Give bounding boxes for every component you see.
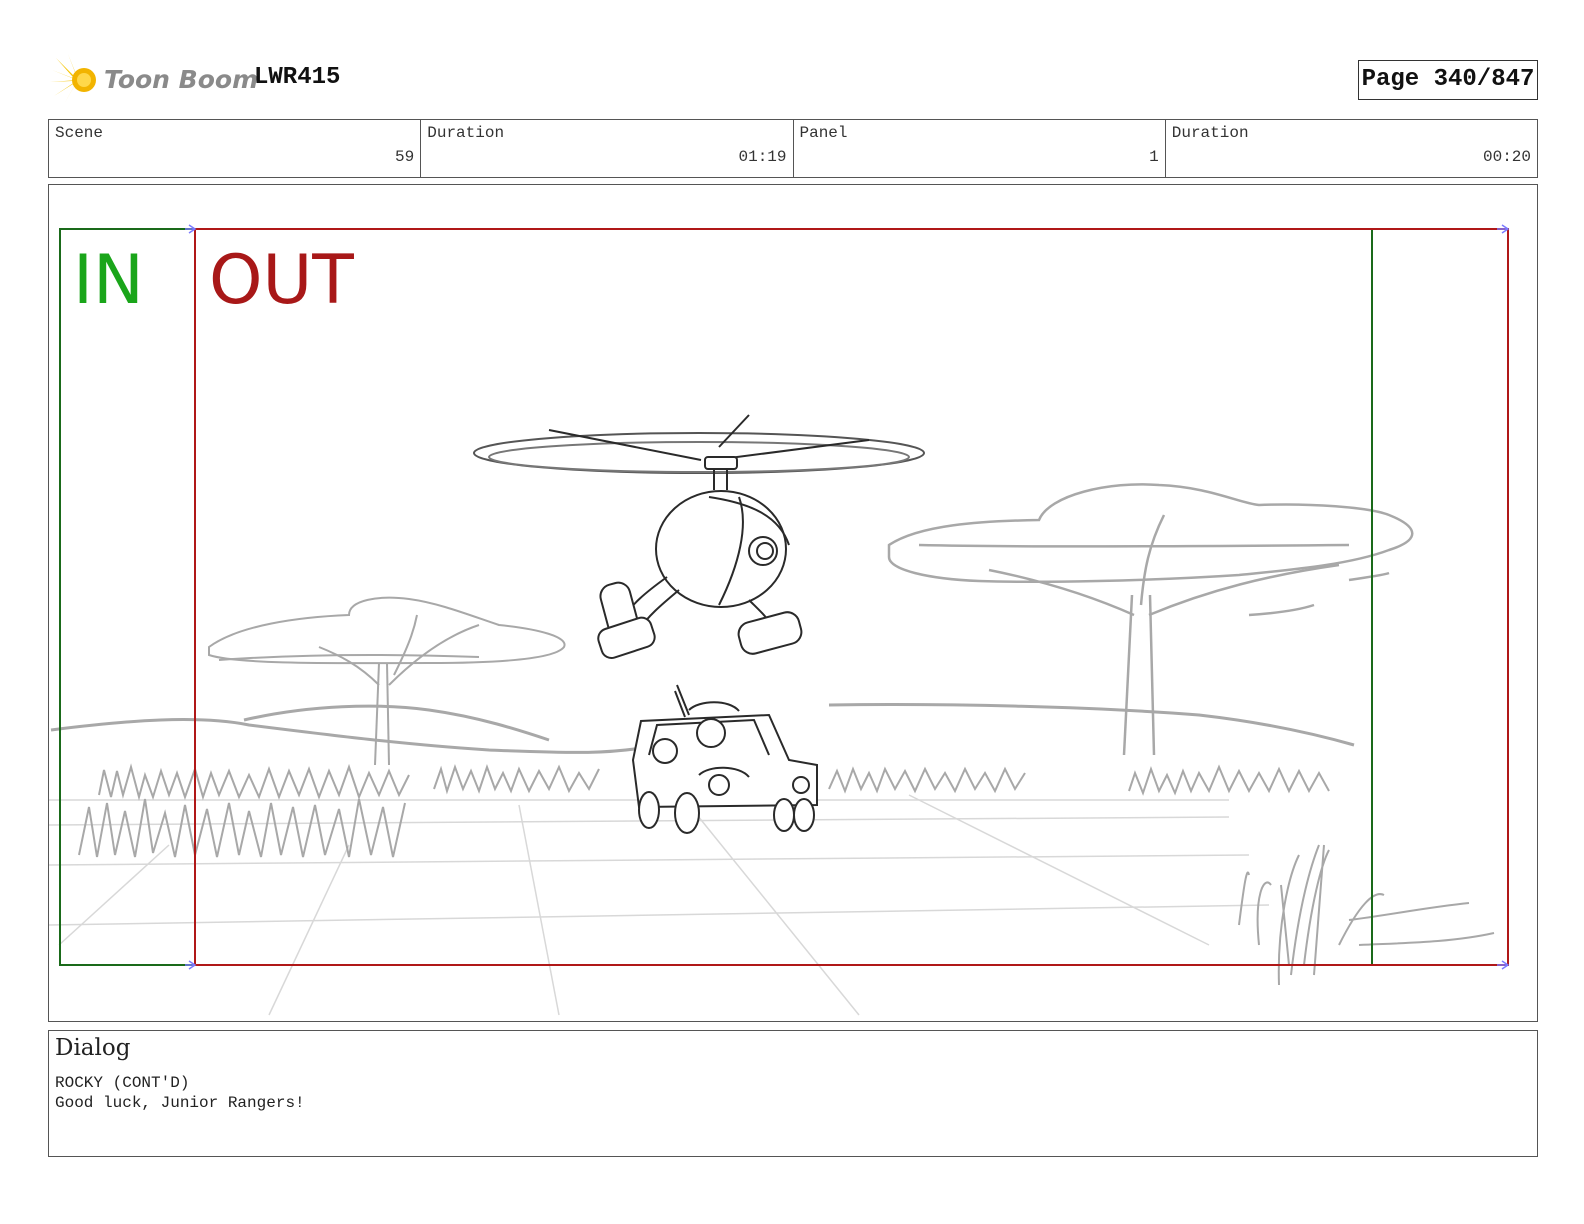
project-code: LWR415 xyxy=(254,64,341,91)
scene-cell: Scene 59 xyxy=(49,120,422,177)
out-label: OUT xyxy=(209,241,354,320)
camera-frames xyxy=(59,224,1510,970)
right-tree xyxy=(887,483,1414,756)
dialog-lines: ROCKY (CONT'D) Good luck, Junior Rangers… xyxy=(55,1073,305,1113)
panel-duration-cell: Duration 00:20 xyxy=(1166,120,1537,177)
helicopter xyxy=(473,414,925,660)
in-label: IN xyxy=(73,241,144,320)
panel-duration-value: 00:20 xyxy=(1482,148,1531,166)
scene-value: 59 xyxy=(395,148,415,166)
panel-duration-label: Duration xyxy=(1171,124,1249,142)
page-number: Page 340/847 xyxy=(1358,60,1538,100)
logo-text: Toon Boom xyxy=(104,65,259,94)
panel-value: 1 xyxy=(1149,148,1159,166)
toon-boom-logo: Toon Boom xyxy=(50,54,258,106)
storyboard-panel: IN OUT xyxy=(48,184,1538,1022)
dialog-character: ROCKY (CONT'D) xyxy=(55,1074,190,1092)
jeep xyxy=(631,684,818,834)
info-row: Scene 59 Duration 01:19 Panel 1 Duration… xyxy=(48,119,1538,178)
scene-label: Scene xyxy=(55,124,104,142)
dialog-box: Dialog ROCKY (CONT'D) Good luck, Junior … xyxy=(48,1030,1538,1157)
scene-duration-value: 01:19 xyxy=(738,148,787,166)
dialog-title: Dialog xyxy=(55,1035,131,1061)
scene-duration-cell: Duration 01:19 xyxy=(421,120,794,177)
ground-grid xyxy=(49,794,1270,1016)
dialog-line: Good luck, Junior Rangers! xyxy=(55,1094,305,1112)
panel-label: Panel xyxy=(799,124,848,142)
panel-cell: Panel 1 xyxy=(794,120,1166,177)
scene-duration-label: Duration xyxy=(427,124,505,142)
starburst-icon xyxy=(50,54,96,104)
